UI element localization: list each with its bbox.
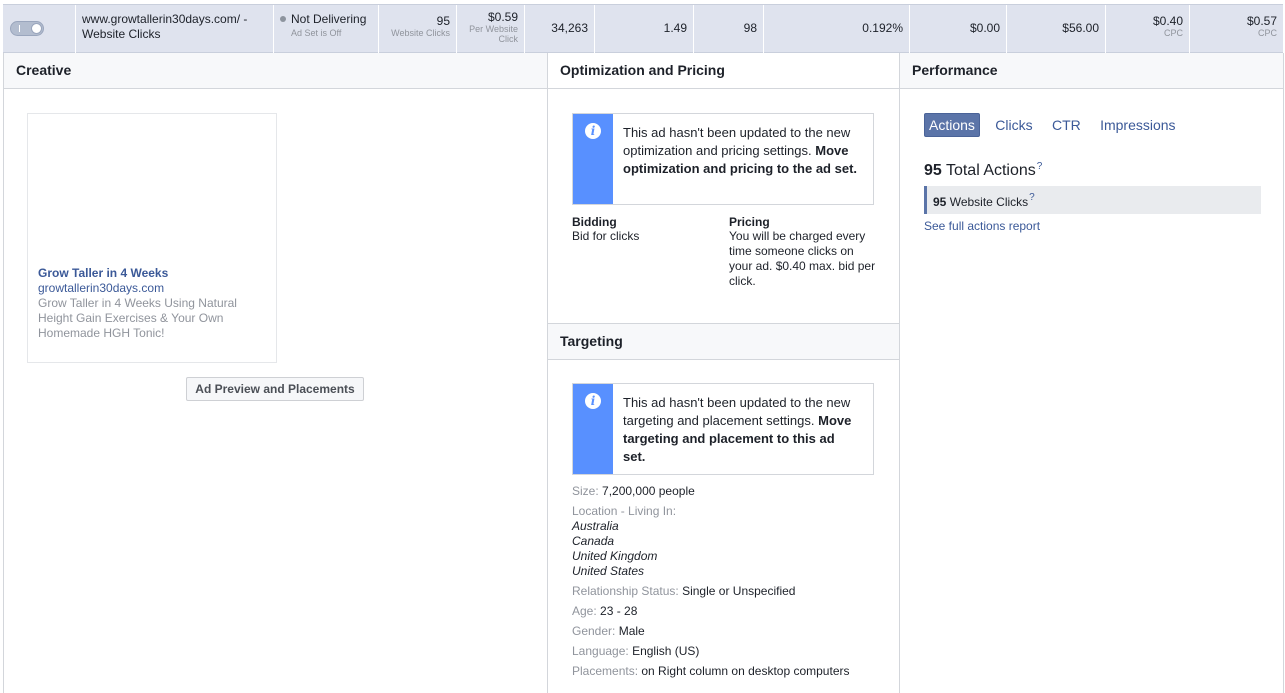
tab-clicks[interactable]: Clicks bbox=[991, 114, 1036, 136]
cpc1-cell: $0.40 CPC bbox=[1106, 5, 1190, 53]
ctr-value: 0.192% bbox=[862, 21, 903, 35]
ad-preview-card[interactable]: Grow Taller in 4 Weeks growtallerin30day… bbox=[27, 113, 277, 363]
full-actions-report-link[interactable]: See full actions report bbox=[924, 219, 1040, 233]
delivery-sub: Ad Set is Off bbox=[291, 28, 342, 38]
clicks-cell: 98 bbox=[694, 5, 764, 53]
gender-line: Gender: Male bbox=[572, 624, 645, 638]
ad-name-line1[interactable]: www.growtallerin30days.com/ - bbox=[82, 12, 267, 27]
performance-header: Performance bbox=[900, 53, 1283, 89]
age-line: Age: 23 - 28 bbox=[572, 604, 637, 618]
location-label: Location - Living In: bbox=[572, 504, 677, 518]
toggle-knob bbox=[31, 23, 42, 34]
pricing-block: Pricing You will be charged every time s… bbox=[729, 215, 877, 289]
tab-ctr[interactable]: CTR bbox=[1048, 114, 1085, 136]
delivery-cell: Not Delivering Ad Set is Off bbox=[274, 5, 379, 53]
cost-label-2: Click bbox=[498, 34, 519, 44]
bidding-label: Bidding bbox=[572, 215, 617, 229]
info-icon: i bbox=[585, 393, 601, 409]
action-number: 95 bbox=[933, 195, 947, 209]
location-block: Location - Living In: Australia Canada U… bbox=[572, 504, 676, 579]
cost-value: $0.59 bbox=[487, 10, 518, 24]
language-value: English (US) bbox=[632, 644, 700, 658]
location-item: United Kingdom bbox=[572, 549, 658, 563]
cpc1-label: CPC bbox=[1163, 28, 1183, 38]
performance-tabs: Actions Clicks CTR Impressions bbox=[924, 113, 1188, 139]
ad-title[interactable]: Grow Taller in 4 Weeks bbox=[38, 266, 168, 280]
delivery-status: Not Delivering bbox=[291, 12, 367, 26]
reach-cell: 34,263 bbox=[525, 5, 595, 53]
targeting-notice: i This ad hasn't been updated to the new… bbox=[572, 383, 874, 475]
reach-value: 34,263 bbox=[551, 21, 588, 35]
placements-label: Placements: bbox=[572, 664, 639, 678]
size-label: Size: bbox=[572, 484, 599, 498]
budget-value: $0.00 bbox=[969, 21, 1000, 35]
language-line: Language: English (US) bbox=[572, 644, 699, 658]
cost-label-1: Per Website bbox=[469, 24, 518, 34]
budget-cell: $0.00 bbox=[910, 5, 1007, 53]
bidding-value: Bid for clicks bbox=[572, 229, 640, 243]
optimization-panel: Optimization and Pricing i This ad hasn'… bbox=[547, 53, 899, 693]
spent-value: $56.00 bbox=[1062, 21, 1099, 35]
placements-value: on Right column on desktop computers bbox=[641, 664, 850, 678]
location-item: Canada bbox=[572, 534, 615, 548]
action-row-website-clicks: 95 Website Clicks? bbox=[924, 186, 1261, 214]
age-value: 23 - 28 bbox=[600, 604, 638, 618]
cpc2-cell: $0.57 CPC bbox=[1190, 5, 1283, 53]
total-actions: 95 Total Actions? bbox=[924, 161, 1042, 180]
info-icon: i bbox=[585, 123, 601, 139]
performance-panel: Performance Actions Clicks CTR Impressio… bbox=[899, 53, 1284, 693]
frequency-cell: 1.49 bbox=[595, 5, 694, 53]
optimization-header: Optimization and Pricing bbox=[548, 53, 899, 89]
results-value: 95 bbox=[436, 14, 450, 28]
size-value: 7,200,000 people bbox=[602, 484, 695, 498]
ad-toggle[interactable] bbox=[10, 21, 44, 36]
size-line: Size: 7,200,000 people bbox=[572, 484, 695, 498]
placements-line: Placements: on Right column on desktop c… bbox=[572, 664, 850, 678]
frequency-value: 1.49 bbox=[663, 21, 687, 35]
help-icon[interactable]: ? bbox=[1029, 192, 1035, 203]
status-dot-icon bbox=[280, 16, 286, 22]
targeting-header: Targeting bbox=[548, 324, 899, 360]
toggle-cell bbox=[3, 5, 76, 53]
optimization-notice: i This ad hasn't been updated to the new… bbox=[572, 113, 874, 205]
language-label: Language: bbox=[572, 644, 629, 658]
clicks-value: 98 bbox=[743, 21, 757, 35]
relationship-label: Relationship Status: bbox=[572, 584, 679, 598]
pricing-value: You will be charged every time someone c… bbox=[729, 229, 876, 288]
ctr-cell: 0.192% bbox=[764, 5, 910, 53]
pricing-label: Pricing bbox=[729, 215, 770, 229]
action-label: Website Clicks bbox=[949, 195, 1029, 209]
cpc2-value: $0.57 bbox=[1246, 14, 1277, 28]
cost-cell: $0.59 Per Website Click bbox=[457, 5, 525, 53]
ad-row[interactable]: www.growtallerin30days.com/ - Website Cl… bbox=[3, 4, 1283, 53]
ad-name-line2[interactable]: Website Clicks bbox=[82, 27, 267, 42]
gender-value: Male bbox=[618, 624, 645, 638]
results-cell: 95 Website Clicks bbox=[379, 5, 457, 53]
tab-actions[interactable]: Actions bbox=[924, 113, 980, 137]
ad-description: Grow Taller in 4 Weeks Using Natural Hei… bbox=[38, 296, 237, 340]
creative-header: Creative bbox=[4, 53, 548, 89]
results-label: Website Clicks bbox=[391, 28, 450, 38]
cpc2-label: CPC bbox=[1257, 28, 1277, 38]
ad-url[interactable]: growtallerin30days.com bbox=[38, 281, 164, 295]
relationship-value: Single or Unspecified bbox=[682, 584, 796, 598]
spent-cell: $56.00 bbox=[1007, 5, 1106, 53]
bidding-block: Bidding Bid for clicks bbox=[572, 215, 722, 244]
location-item: Australia bbox=[572, 519, 619, 533]
cpc1-value: $0.40 bbox=[1152, 14, 1183, 28]
location-item: United States bbox=[572, 564, 645, 578]
help-icon[interactable]: ? bbox=[1037, 161, 1043, 172]
total-number: 95 bbox=[924, 162, 942, 179]
relationship-line: Relationship Status: Single or Unspecifi… bbox=[572, 584, 795, 598]
total-label: Total Actions bbox=[945, 162, 1036, 179]
age-label: Age: bbox=[572, 604, 597, 618]
ad-preview-button[interactable]: Ad Preview and Placements bbox=[186, 377, 364, 401]
tab-impressions[interactable]: Impressions bbox=[1096, 114, 1179, 136]
toggle-bar-icon bbox=[19, 25, 20, 32]
gender-label: Gender: bbox=[572, 624, 616, 638]
ad-name-cell[interactable]: www.growtallerin30days.com/ - Website Cl… bbox=[76, 5, 274, 53]
targeting-notice-text: This ad hasn't been updated to the new t… bbox=[623, 395, 851, 428]
